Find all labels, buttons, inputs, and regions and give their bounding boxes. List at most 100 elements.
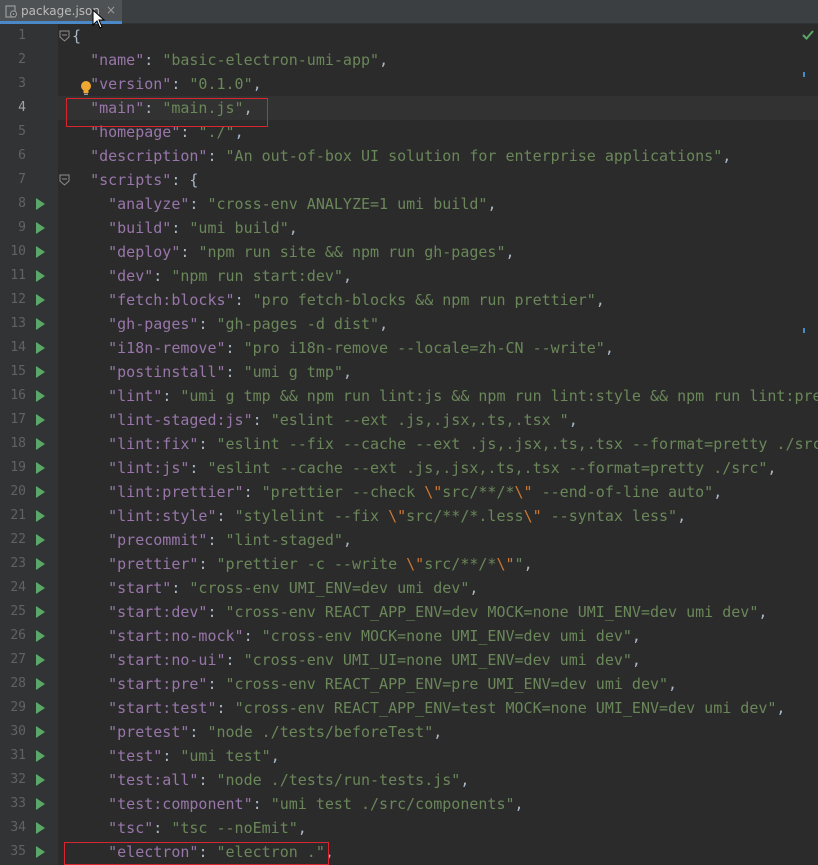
line-number: 31 bbox=[10, 748, 26, 763]
run-script-icon[interactable] bbox=[36, 366, 45, 378]
run-script-icon[interactable] bbox=[36, 606, 45, 618]
code-editor[interactable]: 1{2 "name": "basic-electron-umi-app", 3 "… bbox=[0, 24, 818, 865]
run-script-icon[interactable] bbox=[36, 726, 45, 738]
line-number: 3 bbox=[18, 76, 26, 91]
code-line[interactable]: 31 "test": "umi test", bbox=[0, 744, 818, 768]
run-script-icon[interactable] bbox=[36, 798, 45, 810]
token-str: "cross-env ANALYZE=1 umi build" bbox=[207, 195, 488, 213]
code-line[interactable]: 22 "precommit": "lint-staged", bbox=[0, 528, 818, 552]
run-script-icon[interactable] bbox=[36, 198, 45, 210]
code-line[interactable]: 18 "lint:fix": "eslint --fix --cache --e… bbox=[0, 432, 818, 456]
code-line[interactable]: 3 "version": "0.1.0", bbox=[0, 72, 818, 96]
code-line[interactable]: 20 "lint:prettier": "prettier --check \"… bbox=[0, 480, 818, 504]
code-text: "test:all": "node ./tests/run-tests.js", bbox=[72, 771, 469, 789]
run-script-icon[interactable] bbox=[36, 390, 45, 402]
code-line[interactable]: 15 "postinstall": "umi g tmp", bbox=[0, 360, 818, 384]
code-line[interactable]: 11 "dev": "npm run start:dev", bbox=[0, 264, 818, 288]
code-text: "fetch:blocks": "pro fetch-blocks && npm… bbox=[72, 291, 605, 309]
code-line[interactable]: 26 "start:no-mock": "cross-env MOCK=none… bbox=[0, 624, 818, 648]
token-key: "fetch:blocks" bbox=[108, 291, 235, 309]
token-str: src/**/* bbox=[424, 555, 497, 573]
run-script-icon[interactable] bbox=[36, 678, 45, 690]
code-line[interactable]: 32 "test:all": "node ./tests/run-tests.j… bbox=[0, 768, 818, 792]
code-line[interactable]: 7 "scripts": { bbox=[0, 168, 818, 192]
line-number: 14 bbox=[10, 340, 26, 355]
close-icon[interactable]: × bbox=[106, 3, 116, 18]
run-script-icon[interactable] bbox=[36, 654, 45, 666]
token-punct: : bbox=[171, 75, 190, 93]
run-script-icon[interactable] bbox=[36, 750, 45, 762]
code-line[interactable]: 14 "i18n-remove": "pro i18n-remove --loc… bbox=[0, 336, 818, 360]
run-script-icon[interactable] bbox=[36, 462, 45, 474]
code-line[interactable]: 2 "name": "basic-electron-umi-app", bbox=[0, 48, 818, 72]
code-line[interactable]: 10 "deploy": "npm run site && npm run gh… bbox=[0, 240, 818, 264]
editor-tab-bar: package.json × bbox=[0, 0, 818, 24]
run-script-icon[interactable] bbox=[36, 534, 45, 546]
run-script-icon[interactable] bbox=[36, 846, 45, 858]
token-str: "cross-env MOCK=none UMI_ENV=dev umi dev… bbox=[261, 627, 632, 645]
code-line[interactable]: 30 "pretest": "node ./tests/beforeTest", bbox=[0, 720, 818, 744]
code-line[interactable]: 23 "prettier": "prettier -c --write \"sr… bbox=[0, 552, 818, 576]
run-script-icon[interactable] bbox=[36, 486, 45, 498]
code-line[interactable]: 28 "start:pre": "cross-env REACT_APP_ENV… bbox=[0, 672, 818, 696]
token-punct: : bbox=[225, 339, 244, 357]
code-line[interactable]: 1{ bbox=[0, 24, 818, 48]
token-punct: , bbox=[568, 411, 578, 429]
code-line[interactable]: 34 "tsc": "tsc --noEmit", bbox=[0, 816, 818, 840]
run-script-icon[interactable] bbox=[36, 318, 45, 330]
token-str: "tsc --noEmit" bbox=[171, 819, 298, 837]
run-script-icon[interactable] bbox=[36, 294, 45, 306]
run-script-icon[interactable] bbox=[36, 510, 45, 522]
scrollbar-marker[interactable] bbox=[803, 72, 805, 77]
code-text: "version": "0.1.0", bbox=[72, 75, 262, 93]
code-line[interactable]: 9 "build": "umi build", bbox=[0, 216, 818, 240]
code-line[interactable]: 13 "gh-pages": "gh-pages -d dist", bbox=[0, 312, 818, 336]
code-line[interactable]: 12 "fetch:blocks": "pro fetch-blocks && … bbox=[0, 288, 818, 312]
run-script-icon[interactable] bbox=[36, 630, 45, 642]
run-script-icon[interactable] bbox=[36, 774, 45, 786]
token-punct: : bbox=[225, 651, 244, 669]
code-line[interactable]: 19 "lint:js": "eslint --cache --ext .js,… bbox=[0, 456, 818, 480]
run-script-icon[interactable] bbox=[36, 270, 45, 282]
run-script-icon[interactable] bbox=[36, 222, 45, 234]
run-script-icon[interactable] bbox=[36, 558, 45, 570]
token-punct: : bbox=[252, 411, 271, 429]
lightbulb-icon[interactable] bbox=[80, 80, 92, 96]
code-line[interactable]: 21 "lint:style": "stylelint --fix \"src/… bbox=[0, 504, 818, 528]
token-punct: , bbox=[722, 147, 732, 165]
line-number: 15 bbox=[10, 364, 26, 379]
code-line[interactable]: 24 "start": "cross-env UMI_ENV=dev umi d… bbox=[0, 576, 818, 600]
token-punct: , bbox=[677, 507, 687, 525]
token-str: src/**/* bbox=[442, 483, 515, 501]
run-script-icon[interactable] bbox=[36, 246, 45, 258]
token-punct: : bbox=[171, 579, 190, 597]
token-str: "stylelint --fix bbox=[234, 507, 389, 525]
run-script-icon[interactable] bbox=[36, 702, 45, 714]
code-line[interactable]: 16 "lint": "umi g tmp && npm run lint:js… bbox=[0, 384, 818, 408]
token-punct: , bbox=[469, 579, 479, 597]
run-script-icon[interactable] bbox=[36, 414, 45, 426]
token-key: "build" bbox=[108, 219, 172, 237]
run-script-icon[interactable] bbox=[36, 438, 45, 450]
code-line[interactable]: 17 "lint-staged:js": "eslint --ext .js,.… bbox=[0, 408, 818, 432]
fold-icon[interactable] bbox=[59, 174, 70, 186]
run-script-icon[interactable] bbox=[36, 342, 45, 354]
code-line[interactable]: 8 "analyze": "cross-env ANALYZE=1 umi bu… bbox=[0, 192, 818, 216]
fold-icon[interactable] bbox=[59, 30, 70, 42]
run-script-icon[interactable] bbox=[36, 582, 45, 594]
code-line[interactable]: 27 "start:no-ui": "cross-env UMI_UI=none… bbox=[0, 648, 818, 672]
code-line[interactable]: 33 "test:component": "umi test ./src/com… bbox=[0, 792, 818, 816]
code-text: "lint:js": "eslint --cache --ext .js,.js… bbox=[72, 459, 776, 477]
token-str: "pro i18n-remove --locale=zh-CN --write" bbox=[243, 339, 605, 357]
scrollbar-marker[interactable] bbox=[803, 328, 805, 333]
token-key: "description" bbox=[90, 147, 208, 165]
run-script-icon[interactable] bbox=[36, 822, 45, 834]
code-line[interactable]: 6 "description": "An out-of-box UI solut… bbox=[0, 144, 818, 168]
token-punct: : bbox=[216, 507, 235, 525]
code-line[interactable]: 29 "start:test": "cross-env REACT_APP_EN… bbox=[0, 696, 818, 720]
code-line[interactable]: 25 "start:dev": "cross-env REACT_APP_ENV… bbox=[0, 600, 818, 624]
token-key: "lint" bbox=[108, 387, 163, 405]
